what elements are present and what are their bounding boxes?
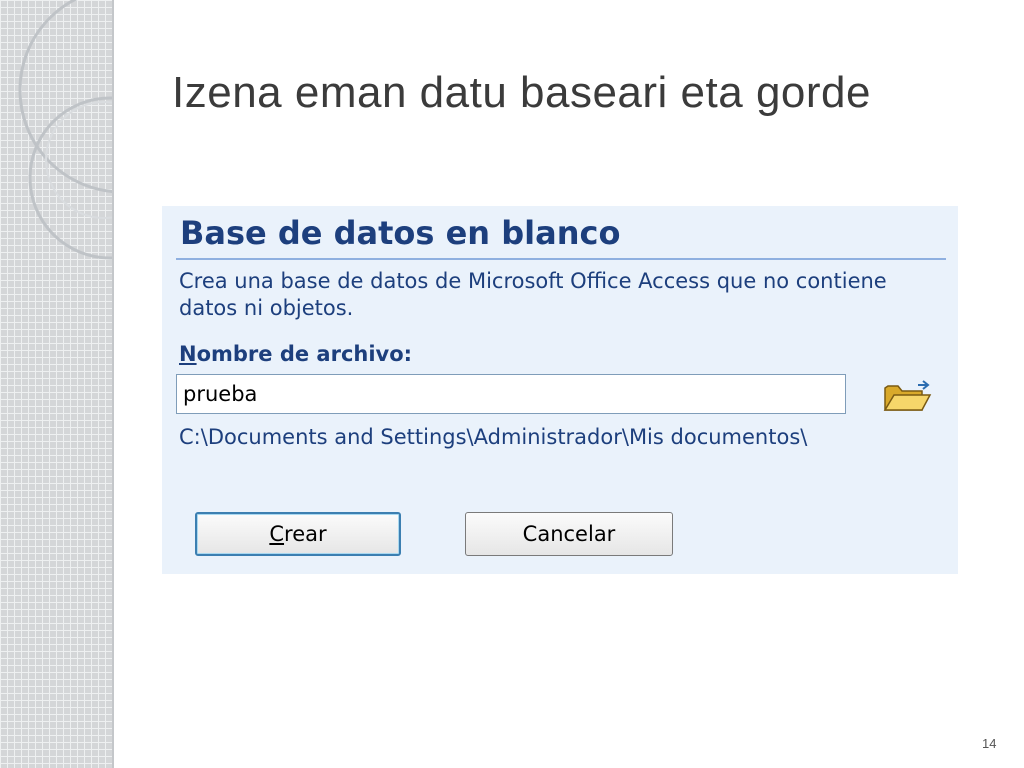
filename-input[interactable]: [176, 374, 846, 414]
decorative-circles: [18, 0, 112, 260]
cancel-button[interactable]: Cancelar: [465, 512, 673, 556]
create-button-label: rear: [284, 522, 327, 546]
slide-number: 14: [982, 736, 997, 751]
folder-open-icon[interactable]: [882, 380, 932, 414]
create-button-mnemonic: C: [269, 522, 285, 546]
filename-label-mnemonic: N: [179, 342, 197, 366]
panel-description: Crea una base de datos de Microsoft Offi…: [179, 269, 887, 320]
panel-heading: Base de datos en blanco: [180, 214, 621, 252]
decorative-side-band: [0, 0, 114, 768]
blank-database-panel: Base de datos en blanco Crea una base de…: [162, 206, 958, 574]
slide-title: Izena eman datu baseari eta gorde: [172, 68, 871, 117]
filename-label-text: ombre de archivo:: [196, 342, 413, 366]
heading-divider: [176, 258, 946, 260]
save-path: C:\Documents and Settings\Administrador\…: [179, 425, 808, 449]
create-button[interactable]: Crear: [195, 512, 401, 556]
filename-label: Nombre de archivo:: [179, 342, 412, 366]
